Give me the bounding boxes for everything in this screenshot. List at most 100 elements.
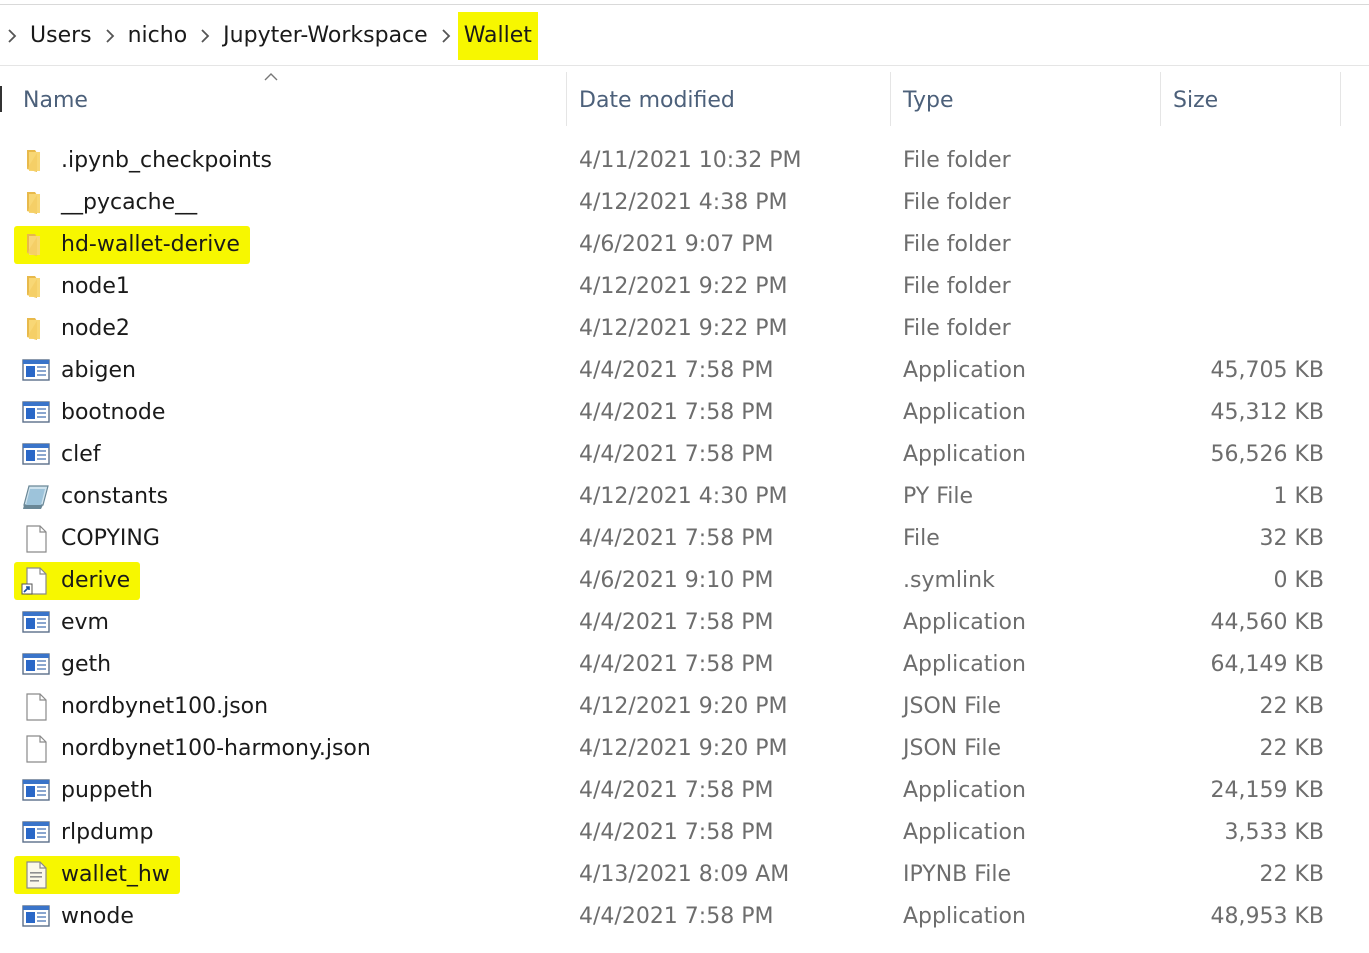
file-date-modified: 4/12/2021 4:38 PM xyxy=(579,190,788,215)
file-type: File folder xyxy=(903,190,1011,215)
file-name: wnode xyxy=(61,904,134,929)
file-date-modified: 4/12/2021 9:20 PM xyxy=(579,694,788,719)
file-type: Application xyxy=(903,442,1026,467)
file-type: Application xyxy=(903,358,1026,383)
file-date-modified: 4/4/2021 7:58 PM xyxy=(579,358,774,383)
folder-icon xyxy=(21,273,51,301)
column-divider[interactable] xyxy=(566,72,567,126)
file-size: 22 KB xyxy=(1259,694,1324,719)
file-name: rlpdump xyxy=(61,820,154,845)
file-size: 45,312 KB xyxy=(1210,400,1325,425)
file-date-modified: 4/12/2021 9:22 PM xyxy=(579,316,788,341)
file-name: evm xyxy=(61,610,109,635)
file-date-modified: 4/6/2021 9:10 PM xyxy=(579,568,774,593)
file-list: .ipynb_checkpoints 4/11/2021 10:32 PM File… xyxy=(0,140,1369,938)
column-header-type[interactable]: Type xyxy=(903,72,954,128)
file-row[interactable]: rlpdump 4/4/2021 7:58 PM Application 3,533 … xyxy=(0,812,1369,854)
file-name: .ipynb_checkpoints xyxy=(61,148,272,173)
file-row[interactable]: .ipynb_checkpoints 4/11/2021 10:32 PM File… xyxy=(0,140,1369,182)
chevron-right-icon[interactable] xyxy=(193,12,217,60)
file-row[interactable]: node1 4/12/2021 9:22 PM File folder xyxy=(0,266,1369,308)
column-header-size[interactable]: Size xyxy=(1173,72,1218,128)
file-row[interactable]: puppeth 4/4/2021 7:58 PM Application 24,159… xyxy=(0,770,1369,812)
file-type: File folder xyxy=(903,316,1011,341)
file-size: 22 KB xyxy=(1259,736,1324,761)
file-size: 48,953 KB xyxy=(1210,904,1325,929)
file-type: Application xyxy=(903,652,1026,677)
breadcrumb-item-jupyter-workspace[interactable]: Jupyter-Workspace xyxy=(217,12,434,60)
chevron-right-icon[interactable] xyxy=(0,12,24,60)
file-row[interactable]: abigen 4/4/2021 7:58 PM Application 45,705 … xyxy=(0,350,1369,392)
window-top-border xyxy=(0,4,1369,5)
file-type: File xyxy=(903,526,940,551)
blank-file-icon xyxy=(21,735,51,763)
file-name: derive xyxy=(61,568,131,593)
file-date-modified: 4/12/2021 4:30 PM xyxy=(579,484,788,509)
column-header-date[interactable]: Date modified xyxy=(579,72,735,128)
file-name: nordbynet100-harmony.json xyxy=(61,736,371,761)
application-icon xyxy=(21,777,51,805)
file-type: JSON File xyxy=(903,736,1002,761)
file-date-modified: 4/4/2021 7:58 PM xyxy=(579,652,774,677)
file-type: File folder xyxy=(903,148,1011,173)
file-date-modified: 4/4/2021 7:58 PM xyxy=(579,442,774,467)
file-name: hd-wallet-derive xyxy=(61,232,240,257)
file-name: COPYING xyxy=(61,526,160,551)
file-row[interactable]: COPYING 4/4/2021 7:58 PM File 32 KB xyxy=(0,518,1369,560)
breadcrumb-item-wallet[interactable]: Wallet xyxy=(457,12,538,60)
column-divider[interactable] xyxy=(1340,72,1341,126)
application-icon xyxy=(21,819,51,847)
chevron-right-icon[interactable] xyxy=(434,12,458,60)
column-divider[interactable] xyxy=(1160,72,1161,126)
python-file-icon xyxy=(21,483,51,511)
breadcrumb-item-nicho[interactable]: nicho xyxy=(122,12,194,60)
file-row[interactable]: node2 4/12/2021 9:22 PM File folder xyxy=(0,308,1369,350)
file-row[interactable]: nordbynet100-harmony.json 4/12/2021 9:20 … xyxy=(0,728,1369,770)
file-type: Application xyxy=(903,400,1026,425)
column-header-row: Name Date modified Type Size xyxy=(0,72,1369,128)
file-name: nordbynet100.json xyxy=(61,694,269,719)
file-row[interactable]: clef 4/4/2021 7:58 PM Application 56,526 KB xyxy=(0,434,1369,476)
file-row[interactable]: nordbynet100.json 4/12/2021 9:20 PM JSON F… xyxy=(0,686,1369,728)
file-size: 64,149 KB xyxy=(1210,652,1325,677)
file-size: 32 KB xyxy=(1259,526,1324,551)
application-icon xyxy=(21,651,51,679)
notebook-file-icon xyxy=(21,861,51,889)
file-size: 0 KB xyxy=(1273,568,1324,593)
file-row[interactable]: __pycache__ 4/12/2021 4:38 PM File folder xyxy=(0,182,1369,224)
file-type: Application xyxy=(903,778,1026,803)
file-date-modified: 4/4/2021 7:58 PM xyxy=(579,400,774,425)
column-header-name[interactable]: Name xyxy=(23,72,88,128)
breadcrumb-item-users[interactable]: Users xyxy=(24,12,98,60)
file-row[interactable]: wnode 4/4/2021 7:58 PM Application 48,953 K… xyxy=(0,896,1369,938)
file-row[interactable]: wallet_hw 4/13/2021 8:09 AM IPYNB File 22 K… xyxy=(0,854,1369,896)
file-size: 44,560 KB xyxy=(1210,610,1325,635)
file-size: 3,533 KB xyxy=(1224,820,1325,845)
blank-file-icon xyxy=(21,693,51,721)
file-date-modified: 4/4/2021 7:58 PM xyxy=(579,778,774,803)
file-row[interactable]: bootnode 4/4/2021 7:58 PM Application 45,31… xyxy=(0,392,1369,434)
application-icon xyxy=(21,903,51,931)
file-type: JSON File xyxy=(903,694,1002,719)
file-name: geth xyxy=(61,652,112,677)
file-row[interactable]: geth 4/4/2021 7:58 PM Application 64,149 KB xyxy=(0,644,1369,686)
file-row[interactable]: hd-wallet-derive 4/6/2021 9:07 PM File fol… xyxy=(0,224,1369,266)
column-divider[interactable] xyxy=(890,72,891,126)
folder-icon xyxy=(21,189,51,217)
chevron-right-icon[interactable] xyxy=(98,12,122,60)
file-date-modified: 4/4/2021 7:58 PM xyxy=(579,904,774,929)
file-name: bootnode xyxy=(61,400,166,425)
file-name: wallet_hw xyxy=(61,862,170,887)
file-date-modified: 4/11/2021 10:32 PM xyxy=(579,148,802,173)
file-type: PY File xyxy=(903,484,974,509)
file-row[interactable]: constants 4/12/2021 4:30 PM PY File 1 KB xyxy=(0,476,1369,518)
file-row[interactable]: evm 4/4/2021 7:58 PM Application 44,560 KB xyxy=(0,602,1369,644)
file-size: 22 KB xyxy=(1259,862,1324,887)
file-type: File folder xyxy=(903,232,1011,257)
file-name: puppeth xyxy=(61,778,153,803)
file-type: IPYNB File xyxy=(903,862,1012,887)
folder-icon xyxy=(21,147,51,175)
file-row[interactable]: derive 4/6/2021 9:10 PM .symlink 0 KB xyxy=(0,560,1369,602)
application-icon xyxy=(21,441,51,469)
file-size: 56,526 KB xyxy=(1210,442,1325,467)
